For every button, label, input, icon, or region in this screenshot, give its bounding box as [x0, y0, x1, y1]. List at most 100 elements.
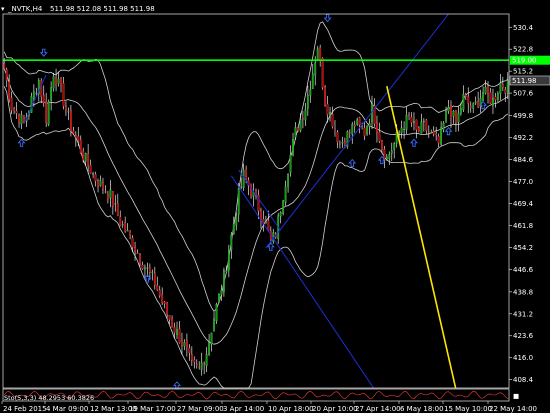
candle	[47, 99, 50, 127]
bearish-candle-body	[353, 124, 356, 127]
bearish-candle-body	[343, 141, 346, 146]
price-chart: 530.4 522.8 515.2 507.6 499.8 492.2 484.6 477.0…	[0, 0, 550, 413]
bearish-candle-body	[376, 121, 378, 134]
bearish-candle-body	[203, 363, 206, 365]
bearish-candle-body	[87, 153, 90, 166]
x-tick-label: 27 Mar 09:00	[177, 405, 224, 413]
bullish-candle-body	[499, 82, 502, 94]
bullish-candle-body	[459, 107, 462, 114]
bullish-candle-body	[447, 107, 450, 112]
bearish-candle-body	[489, 92, 492, 104]
y-tick-label: 507.6	[513, 90, 534, 98]
bearish-candle-body	[161, 294, 164, 304]
bullish-candle-body	[99, 180, 102, 186]
bearish-candle-body	[62, 83, 65, 107]
bullish-candle-body	[457, 112, 460, 123]
bullish-candle-body	[126, 230, 129, 232]
bullish-candle-body	[223, 270, 225, 293]
bearish-candle-body	[119, 216, 122, 226]
x-tick-label: 24 Feb 2015	[3, 405, 47, 413]
bullish-candle-body	[92, 173, 94, 175]
bullish-candle-body	[227, 251, 230, 271]
bullish-candle-body	[472, 103, 475, 109]
bearish-candle-body	[455, 110, 457, 124]
bullish-candle-body	[385, 156, 388, 160]
bullish-candle-body	[210, 332, 213, 345]
bullish-candle-body	[356, 119, 359, 125]
bullish-candle-body	[496, 93, 499, 100]
bearish-candle-body	[42, 94, 45, 104]
bullish-candle-body	[341, 142, 344, 144]
bullish-candle-body	[413, 121, 415, 124]
bullish-candle-body	[306, 94, 309, 109]
bullish-candle-body	[30, 96, 33, 113]
bearish-candle-body	[190, 354, 193, 361]
bearish-candle-body	[134, 247, 136, 252]
bearish-candle-body	[129, 231, 132, 237]
bullish-candle-body	[208, 342, 210, 356]
bearish-candle-body	[116, 202, 119, 217]
bullish-candle-body	[121, 224, 124, 226]
y-tick-label: 423.6	[513, 332, 534, 340]
bullish-candle-body	[442, 123, 445, 130]
candle	[346, 130, 349, 149]
bearish-candle-body	[245, 168, 248, 180]
y-tick-label: 530.4	[513, 24, 534, 32]
bearish-candle-body	[302, 118, 304, 120]
bullish-candle-body	[237, 188, 240, 215]
bullish-candle-body	[67, 111, 70, 113]
bearish-candle-body	[363, 127, 366, 136]
bullish-candle-body	[366, 126, 368, 135]
bearish-candle-body	[156, 285, 159, 291]
bullish-candle-body	[235, 215, 238, 226]
y-tick-label: 416.0	[513, 354, 533, 362]
bearish-candle-body	[494, 96, 497, 100]
bearish-candle-body	[504, 89, 507, 94]
current-price-label: 511.98	[512, 77, 537, 85]
bearish-candle-body	[3, 63, 6, 70]
bearish-candle-body	[334, 128, 336, 131]
bearish-candle-body	[166, 302, 169, 315]
bullish-candle-body	[316, 48, 319, 61]
bullish-candle-body	[492, 97, 494, 106]
bullish-candle-body	[242, 170, 245, 189]
bullish-candle-body	[405, 114, 408, 130]
chart-title-block: ▾ _NVTK,H4 511.98 512.08 511.98 511.98	[1, 5, 155, 13]
bearish-candle-body	[13, 108, 15, 111]
bullish-candle-body	[422, 120, 425, 123]
candle	[324, 84, 326, 107]
chart-background	[0, 0, 550, 413]
bearish-candle-body	[380, 140, 383, 150]
bearish-candle-body	[467, 96, 470, 104]
x-tick-label: 4 Mar 09:00	[46, 405, 88, 413]
bullish-candle-body	[114, 203, 117, 205]
bullish-candle-body	[84, 152, 87, 162]
bullish-candle-body	[390, 150, 393, 154]
y-tick-label: 499.8	[513, 112, 533, 120]
bearish-candle-body	[181, 340, 183, 346]
bearish-candle-body	[324, 86, 326, 106]
y-tick-label: 469.4	[513, 200, 534, 208]
bearish-candle-body	[437, 136, 440, 144]
bearish-candle-body	[336, 131, 339, 143]
bullish-candle-body	[230, 234, 233, 251]
bearish-candle-body	[40, 80, 43, 97]
bearish-candle-body	[102, 182, 104, 190]
bearish-candle-body	[60, 78, 62, 86]
bullish-candle-body	[440, 127, 443, 145]
bullish-candle-body	[309, 89, 312, 96]
bearish-candle-body	[348, 131, 351, 133]
bullish-candle-body	[329, 112, 331, 115]
candle	[215, 302, 218, 324]
bearish-candle-body	[250, 183, 252, 196]
x-tick-label: 19 Mar 17:00	[129, 405, 176, 413]
x-tick-label: 15 May 10:00	[444, 405, 492, 413]
bullish-candle-body	[314, 62, 317, 76]
bullish-candle-body	[232, 223, 235, 235]
bullish-candle-body	[47, 101, 50, 125]
bearish-candle-body	[408, 114, 410, 116]
bearish-candle-body	[435, 133, 438, 136]
candle	[218, 293, 220, 303]
bearish-candle-body	[136, 252, 139, 254]
bearish-candle-body	[188, 347, 191, 353]
